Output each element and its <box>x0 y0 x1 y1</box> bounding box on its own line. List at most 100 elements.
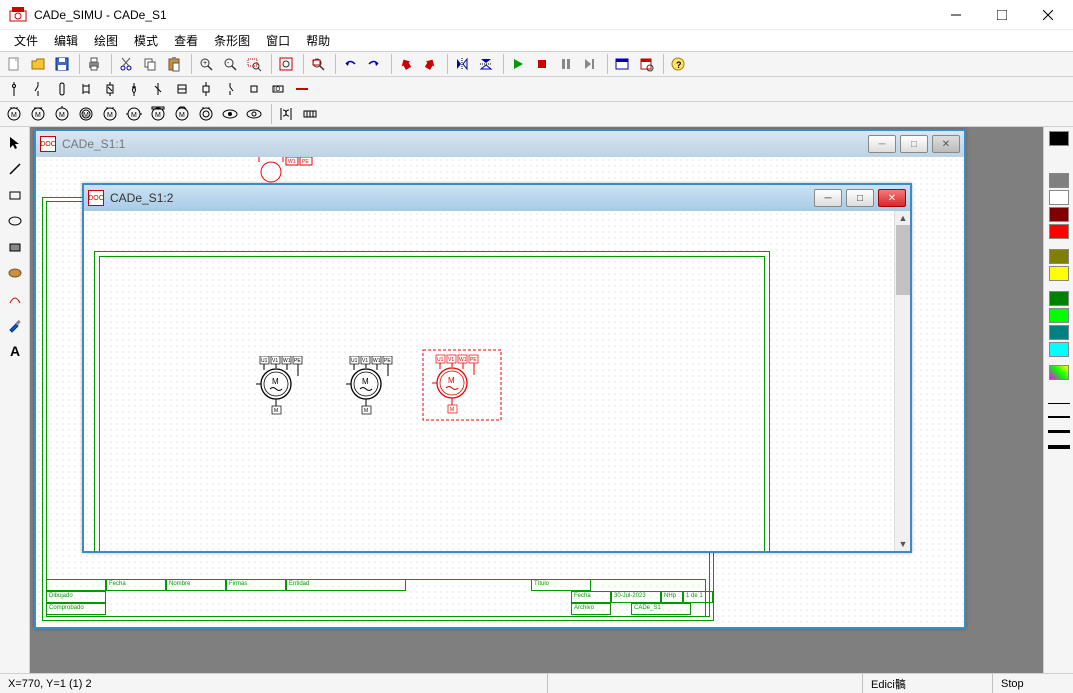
motor-m9-icon[interactable] <box>194 103 218 125</box>
motor-m2-icon[interactable]: M <box>26 103 50 125</box>
contactor-icon[interactable] <box>194 78 218 100</box>
motor-m5-icon[interactable]: M <box>98 103 122 125</box>
redo-icon[interactable] <box>362 53 386 75</box>
fuse-icon[interactable] <box>2 78 26 100</box>
color-swatch[interactable] <box>1049 190 1069 205</box>
color-swatch[interactable] <box>1049 291 1069 306</box>
rect-tool[interactable] <box>3 183 27 207</box>
coil-icon[interactable] <box>242 78 266 100</box>
scroll-up-icon[interactable]: ▲ <box>896 211 910 225</box>
pointer-tool[interactable] <box>3 131 27 155</box>
mdi-titlebar-2[interactable]: DOC CADe_S1:2 ─ □ ✕ <box>84 185 910 211</box>
transformer-icon[interactable] <box>274 103 298 125</box>
close-button[interactable] <box>1025 1 1071 29</box>
zoom-all-icon[interactable] <box>306 53 330 75</box>
line-weight-3[interactable] <box>1048 430 1070 433</box>
mdi2-close-button[interactable]: ✕ <box>878 189 906 207</box>
color-swatch[interactable] <box>1049 342 1069 357</box>
motor-m8-icon[interactable]: M <box>170 103 194 125</box>
mdi1-max-button[interactable]: □ <box>900 135 928 153</box>
motor-m4-icon[interactable]: M <box>74 103 98 125</box>
menu-window[interactable]: 窗口 <box>258 30 298 51</box>
line-weight-4[interactable] <box>1048 445 1070 449</box>
motor-m6-icon[interactable]: M <box>122 103 146 125</box>
line-weight-2[interactable] <box>1048 416 1070 418</box>
color-swatch[interactable] <box>1049 308 1069 323</box>
maximize-button[interactable] <box>979 1 1025 29</box>
minimize-button[interactable] <box>933 1 979 29</box>
color-swatch[interactable] <box>1049 131 1069 146</box>
copy-icon[interactable] <box>138 53 162 75</box>
zoom-fit-icon[interactable] <box>274 53 298 75</box>
connector-icon[interactable] <box>298 103 322 125</box>
line-tool[interactable] <box>3 157 27 181</box>
comp-eye1-icon[interactable] <box>218 103 242 125</box>
filled-ellipse-tool[interactable] <box>3 261 27 285</box>
mdi-titlebar-1[interactable]: DOC CADe_S1:1 ─ □ ✕ <box>36 131 964 157</box>
scrollbar-vertical[interactable]: ▲ ▼ <box>894 211 910 551</box>
save-icon[interactable] <box>50 53 74 75</box>
step-icon[interactable] <box>578 53 602 75</box>
color-swatch[interactable] <box>1049 325 1069 340</box>
motor-symbol-2[interactable]: U1 V1 W1 PE M M <box>344 356 414 426</box>
pause-icon[interactable] <box>554 53 578 75</box>
contact-open-icon[interactable] <box>218 78 242 100</box>
paste-icon[interactable] <box>162 53 186 75</box>
eyedropper-tool[interactable] <box>3 313 27 337</box>
text-tool[interactable]: A <box>3 339 27 363</box>
window-mode-icon[interactable] <box>610 53 634 75</box>
color-swatch[interactable] <box>1049 224 1069 239</box>
stop-icon[interactable] <box>530 53 554 75</box>
wire-icon[interactable] <box>290 78 314 100</box>
zoom-in-icon[interactable]: + <box>194 53 218 75</box>
comp-icon-8[interactable] <box>170 78 194 100</box>
open-file-icon[interactable] <box>26 53 50 75</box>
mdi2-max-button[interactable]: □ <box>846 189 874 207</box>
color-swatch[interactable] <box>1049 207 1069 222</box>
motor-symbol-1[interactable]: U1 V1 W1 PE M M <box>254 356 324 426</box>
scroll-thumb[interactable] <box>896 225 910 295</box>
mirror-h-icon[interactable] <box>450 53 474 75</box>
filled-rect-tool[interactable] <box>3 235 27 259</box>
motor-symbol-3-selected[interactable]: U1 V1 W1 PE M M <box>422 349 506 429</box>
comp-icon-3[interactable] <box>50 78 74 100</box>
menu-edit[interactable]: 编辑 <box>46 30 86 51</box>
settings-icon[interactable] <box>634 53 658 75</box>
rotate-right-icon[interactable] <box>418 53 442 75</box>
motor-m7-icon[interactable]: M <box>146 103 170 125</box>
menu-help[interactable]: 帮助 <box>298 30 338 51</box>
undo-icon[interactable] <box>338 53 362 75</box>
menu-draw[interactable]: 绘图 <box>86 30 126 51</box>
mdi1-min-button[interactable]: ─ <box>868 135 896 153</box>
mirror-v-icon[interactable] <box>474 53 498 75</box>
comp-eye2-icon[interactable] <box>242 103 266 125</box>
ellipse-tool[interactable] <box>3 209 27 233</box>
disconnect-icon[interactable] <box>26 78 50 100</box>
arc-tool[interactable] <box>3 287 27 311</box>
io-block-icon[interactable]: IO <box>266 78 290 100</box>
cut-icon[interactable] <box>114 53 138 75</box>
color-swatch[interactable] <box>1049 173 1069 188</box>
color-swatch[interactable] <box>1049 365 1069 380</box>
breaker-icon[interactable] <box>98 78 122 100</box>
color-swatch[interactable] <box>1049 249 1069 264</box>
menu-mode[interactable]: 模式 <box>126 30 166 51</box>
comp-icon-7[interactable] <box>146 78 170 100</box>
play-icon[interactable] <box>506 53 530 75</box>
line-weight-1[interactable] <box>1048 403 1070 404</box>
color-swatch[interactable] <box>1049 266 1069 281</box>
rotate-left-icon[interactable] <box>394 53 418 75</box>
new-file-icon[interactable] <box>2 53 26 75</box>
scroll-down-icon[interactable]: ▼ <box>896 537 910 551</box>
menu-view[interactable]: 查看 <box>166 30 206 51</box>
zoom-out-icon[interactable]: - <box>218 53 242 75</box>
mdi-child-2[interactable]: DOC CADe_S1:2 ─ □ ✕ ▲ ▼ <box>82 183 912 553</box>
print-icon[interactable] <box>82 53 106 75</box>
help-icon[interactable]: ? <box>666 53 690 75</box>
motor-m1-icon[interactable]: M <box>2 103 26 125</box>
menu-bar[interactable]: 条形图 <box>206 30 258 51</box>
zoom-window-icon[interactable] <box>242 53 266 75</box>
comp-icon-4[interactable] <box>74 78 98 100</box>
motor-m3-icon[interactable]: M <box>50 103 74 125</box>
menu-file[interactable]: 文件 <box>6 30 46 51</box>
